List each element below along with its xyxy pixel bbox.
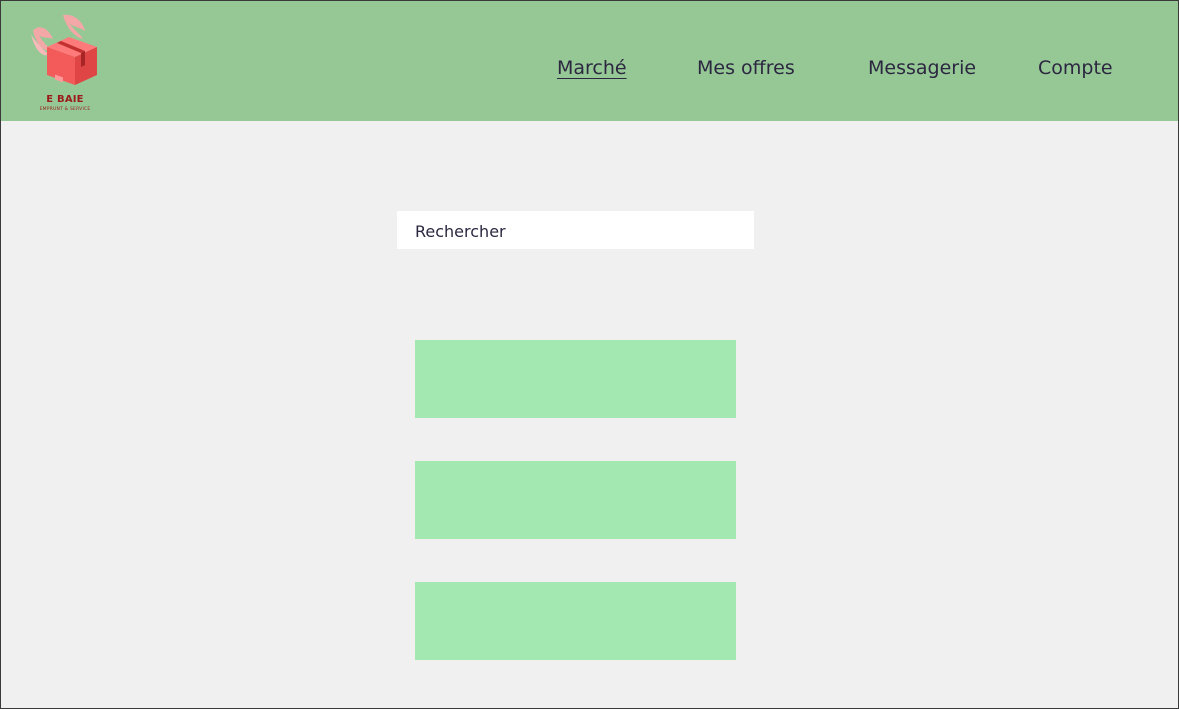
app-window: E BAIE EMPRUNT & SERVICE Marché Mes offr… xyxy=(1,1,1178,708)
listing-card[interactable] xyxy=(415,461,736,539)
listing-card[interactable] xyxy=(415,582,736,660)
brand-tagline: EMPRUNT & SERVICE xyxy=(39,107,91,112)
nav-item-messagerie[interactable]: Messagerie xyxy=(868,56,976,80)
nav-item-mes-offres[interactable]: Mes offres xyxy=(697,56,795,80)
nav-item-compte[interactable]: Compte xyxy=(1038,56,1113,80)
listing-card[interactable] xyxy=(415,340,736,418)
top-navbar: E BAIE EMPRUNT & SERVICE Marché Mes offr… xyxy=(1,1,1178,121)
brand-name: E BAIE xyxy=(46,94,84,105)
nav-item-marche[interactable]: Marché xyxy=(557,56,627,80)
search-input[interactable] xyxy=(397,211,754,249)
brand-logo[interactable]: E BAIE EMPRUNT & SERVICE xyxy=(29,13,101,113)
winged-box-icon xyxy=(31,14,97,85)
